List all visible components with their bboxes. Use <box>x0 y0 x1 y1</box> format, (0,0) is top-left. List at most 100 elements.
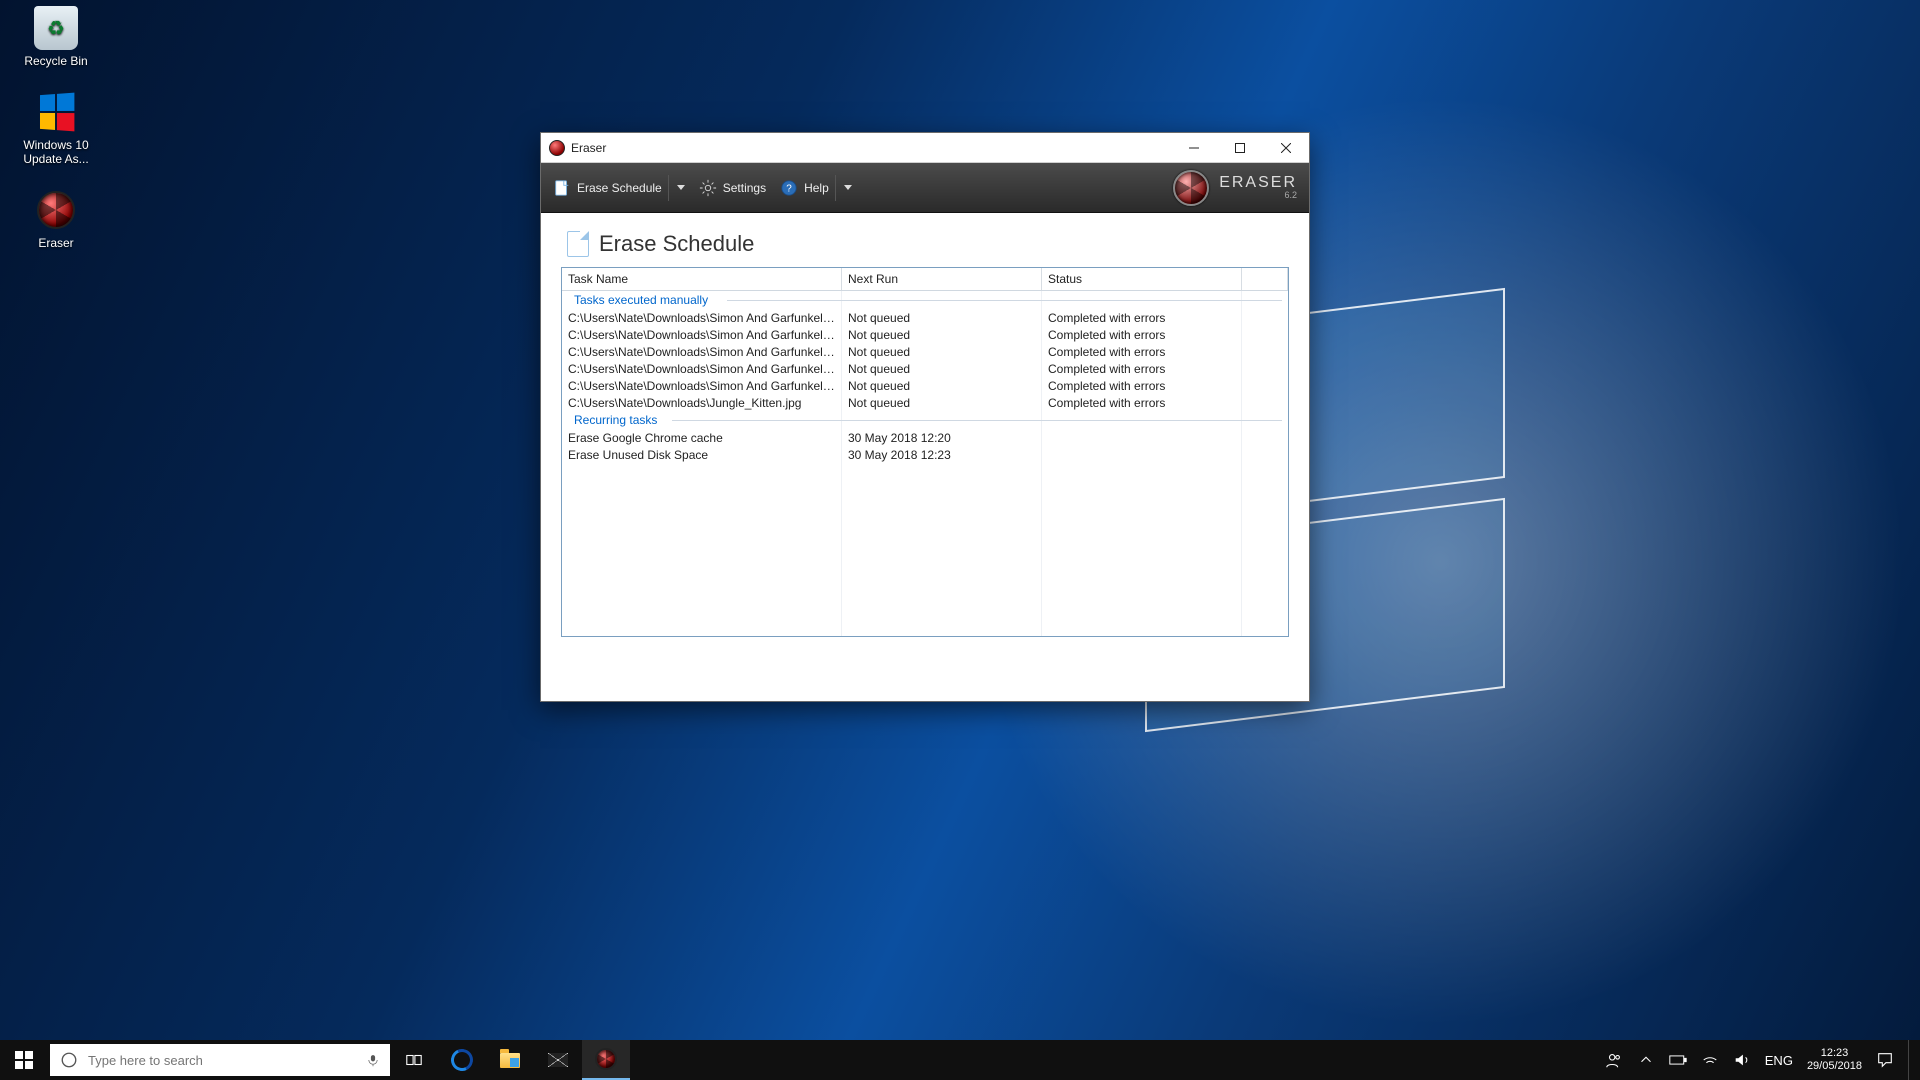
titlebar[interactable]: Eraser <box>541 133 1309 163</box>
taskbar-app-eraser[interactable] <box>582 1040 630 1080</box>
toolbar-label: Help <box>804 181 829 195</box>
gear-icon <box>699 179 717 197</box>
cell-status: Completed with errors <box>1042 377 1242 394</box>
cell-next: 30 May 2018 12:23 <box>842 446 1042 463</box>
cell-status: Completed with errors <box>1042 343 1242 360</box>
cell-name: C:\Users\Nate\Downloads\Simon And Garfun… <box>562 360 842 377</box>
eraser-icon <box>595 1048 617 1070</box>
action-center-icon[interactable] <box>1876 1051 1894 1069</box>
taskbar-search[interactable] <box>50 1044 390 1076</box>
cell-spacer <box>1242 343 1288 360</box>
eraser-brand: ERASER6.2 <box>1173 170 1297 206</box>
cell-name: C:\Users\Nate\Downloads\Simon And Garfun… <box>562 343 842 360</box>
table-row[interactable]: C:\Users\Nate\Downloads\Simon And Garfun… <box>562 360 1288 377</box>
settings-button[interactable]: Settings <box>699 179 766 197</box>
cell-status: Completed with errors <box>1042 360 1242 377</box>
table-row[interactable]: Erase Google Chrome cache30 May 2018 12:… <box>562 429 1288 446</box>
col-next-run[interactable]: Next Run <box>842 268 1042 290</box>
section-recurring: Recurring tasks <box>562 411 1288 429</box>
cell-next: Not queued <box>842 343 1042 360</box>
cell-status <box>1042 429 1242 446</box>
desktop-icon-eraser[interactable]: Eraser <box>6 188 106 250</box>
table-row[interactable]: C:\Users\Nate\Downloads\Simon And Garfun… <box>562 377 1288 394</box>
network-icon[interactable] <box>1701 1051 1719 1069</box>
show-desktop-button[interactable] <box>1908 1040 1914 1080</box>
taskbar-clock[interactable]: 12:23 29/05/2018 <box>1807 1047 1862 1073</box>
volume-icon[interactable] <box>1733 1051 1751 1069</box>
cell-status <box>1042 446 1242 463</box>
page-icon <box>553 179 571 197</box>
table-row[interactable]: C:\Users\Nate\Downloads\Simon And Garfun… <box>562 343 1288 360</box>
cell-spacer <box>1242 394 1288 411</box>
input-language[interactable]: ENG <box>1765 1051 1793 1069</box>
people-icon[interactable] <box>1605 1051 1623 1069</box>
recycle-bin-icon <box>34 6 78 50</box>
page-title: Erase Schedule <box>599 231 754 257</box>
table-row[interactable]: C:\Users\Nate\Downloads\Simon And Garfun… <box>562 309 1288 326</box>
col-spacer <box>1242 268 1288 290</box>
cell-name: C:\Users\Nate\Downloads\Simon And Garfun… <box>562 309 842 326</box>
desktop-icon-label: Recycle Bin <box>6 54 106 68</box>
eraser-titlebar-icon <box>549 140 565 156</box>
desktop-icon-label: Eraser <box>6 236 106 250</box>
eraser-app-icon <box>34 188 78 232</box>
table-row[interactable]: C:\Users\Nate\Downloads\Jungle_Kitten.jp… <box>562 394 1288 411</box>
desktop-icon-windows-update-assistant[interactable]: Windows 10 Update As... <box>6 90 106 166</box>
task-view-button[interactable] <box>390 1040 438 1080</box>
table-row[interactable]: Erase Unused Disk Space30 May 2018 12:23 <box>562 446 1288 463</box>
cell-name: Erase Unused Disk Space <box>562 446 842 463</box>
minimize-button[interactable] <box>1171 133 1217 163</box>
clock-time: 12:23 <box>1807 1047 1862 1060</box>
chevron-down-icon[interactable] <box>677 185 685 190</box>
folder-icon <box>500 1053 520 1068</box>
erase-schedule-button[interactable]: Erase Schedule <box>553 175 685 201</box>
cell-next: 30 May 2018 12:20 <box>842 429 1042 446</box>
eraser-window: Eraser Erase Schedule Settings ? Help <box>540 132 1310 702</box>
tray-chevron-up-icon[interactable] <box>1637 1051 1655 1069</box>
maximize-button[interactable] <box>1217 133 1263 163</box>
help-button[interactable]: ? Help <box>780 175 852 201</box>
cell-next: Not queued <box>842 377 1042 394</box>
svg-text:?: ? <box>786 183 792 194</box>
cell-spacer <box>1242 360 1288 377</box>
taskbar-app-file-explorer[interactable] <box>486 1040 534 1080</box>
desktop-icon-recycle-bin[interactable]: Recycle Bin <box>6 6 106 68</box>
search-input[interactable] <box>88 1053 356 1068</box>
desktop-icon-label: Windows 10 Update As... <box>6 138 106 166</box>
table-row[interactable]: C:\Users\Nate\Downloads\Simon And Garfun… <box>562 326 1288 343</box>
toolbar-label: Erase Schedule <box>577 181 662 195</box>
brand-version: 6.2 <box>1219 191 1297 200</box>
cell-name: C:\Users\Nate\Downloads\Jungle_Kitten.jp… <box>562 394 842 411</box>
toolbar: Erase Schedule Settings ? Help ERASER6.2 <box>541 163 1309 213</box>
cell-next: Not queued <box>842 360 1042 377</box>
cell-spacer <box>1242 326 1288 343</box>
start-button[interactable] <box>0 1040 48 1080</box>
cell-spacer <box>1242 377 1288 394</box>
cell-next: Not queued <box>842 309 1042 326</box>
brand-name: ERASER <box>1219 174 1297 191</box>
windows-update-icon <box>34 90 78 134</box>
cell-name: Erase Google Chrome cache <box>562 429 842 446</box>
cell-next: Not queued <box>842 394 1042 411</box>
page-icon <box>567 231 589 257</box>
cell-spacer <box>1242 429 1288 446</box>
cell-status: Completed with errors <box>1042 394 1242 411</box>
help-icon: ? <box>780 179 798 197</box>
cell-spacer <box>1242 446 1288 463</box>
chevron-down-icon[interactable] <box>844 185 852 190</box>
taskbar-app-edge[interactable] <box>438 1040 486 1080</box>
cell-status: Completed with errors <box>1042 326 1242 343</box>
taskbar-app-mail[interactable] <box>534 1040 582 1080</box>
microphone-icon[interactable] <box>366 1053 380 1067</box>
close-button[interactable] <box>1263 133 1309 163</box>
col-task-name[interactable]: Task Name <box>562 268 842 290</box>
grid-header: Task Name Next Run Status <box>562 268 1288 291</box>
battery-icon[interactable] <box>1669 1051 1687 1069</box>
eraser-logo-icon <box>1173 170 1209 206</box>
taskbar: ENG 12:23 29/05/2018 <box>0 1040 1920 1080</box>
cell-name: C:\Users\Nate\Downloads\Simon And Garfun… <box>562 326 842 343</box>
clock-date: 29/05/2018 <box>1807 1060 1862 1073</box>
col-status[interactable]: Status <box>1042 268 1242 290</box>
windows-logo-icon <box>15 1051 33 1069</box>
cell-spacer <box>1242 309 1288 326</box>
